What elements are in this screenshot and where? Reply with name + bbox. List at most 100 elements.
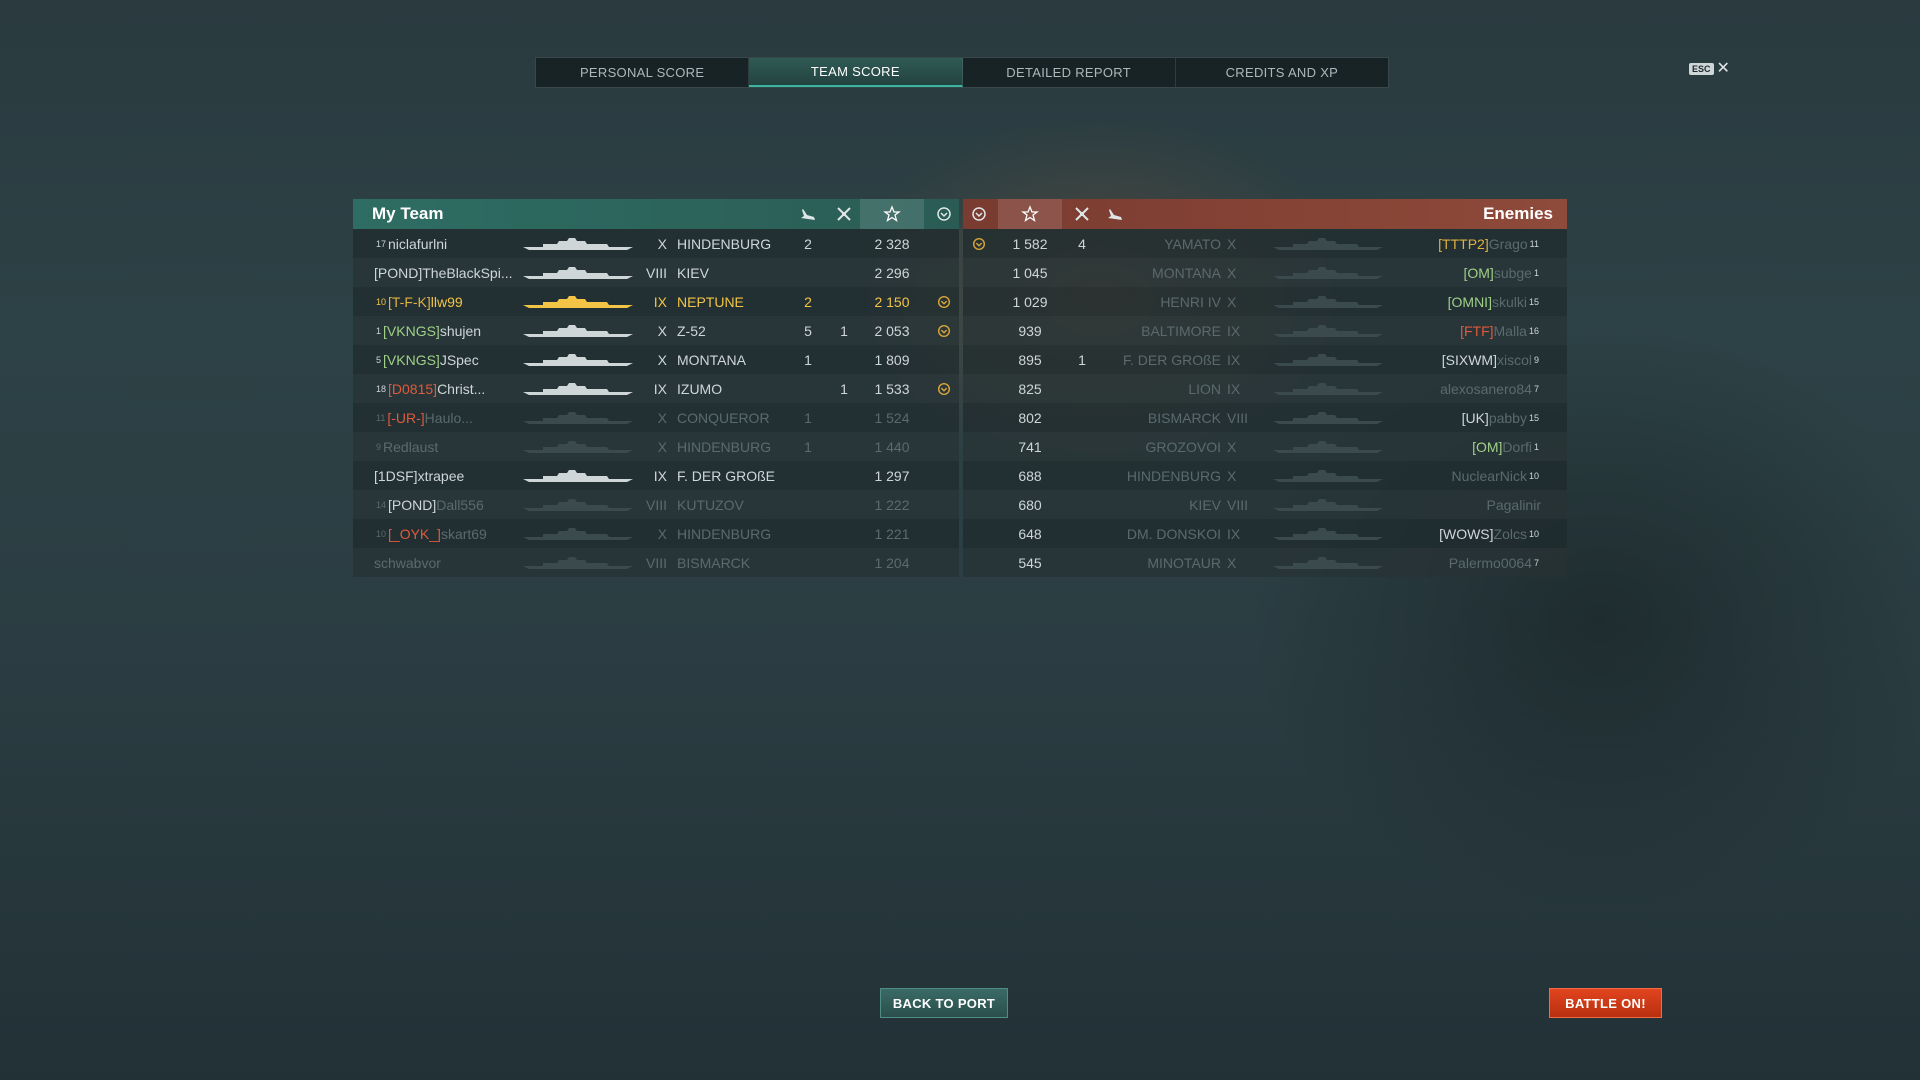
player-name: Haulo... [424, 409, 473, 426]
ships-count: 1 [1078, 351, 1086, 368]
table-row: 802 BISMARCK VIII [UK] pabby 15 [963, 403, 1567, 432]
player-cell[interactable]: [TTTP2] Grago 11 [1438, 229, 1541, 258]
clan-tag: [OM] [1463, 264, 1494, 281]
score-column-icon[interactable] [860, 199, 924, 229]
ships-destroyed-column-icon[interactable] [1067, 199, 1097, 229]
planes-count [1100, 490, 1130, 519]
ship-silhouette-icon [523, 325, 633, 337]
player-cell[interactable]: 14 [POND] Dall556 [374, 490, 524, 519]
player-cell[interactable]: 10 [_OYK_] skart69 [374, 519, 524, 548]
table-row: 680 KIEV VIII Pagalinir [963, 490, 1567, 519]
planes-count [1100, 229, 1130, 258]
player-cell[interactable]: 17 niclafurlni [374, 229, 524, 258]
service-rank: 15 [1528, 412, 1539, 423]
achievement-icon [929, 374, 959, 403]
ship-silhouette-icon [1273, 412, 1383, 424]
back-to-port-button[interactable]: BACK TO PORT [880, 988, 1008, 1018]
player-cell[interactable]: [OM] Dorfi 1 [1472, 432, 1541, 461]
ship-name: HINDENBURG [1126, 467, 1221, 484]
close-icon: ✕ [1716, 60, 1730, 77]
tab-credits-xp[interactable]: CREDITS AND XP [1176, 58, 1388, 87]
table-row: 648 DM. DONSKOI IX [WOWS] Zolcs 10 [963, 519, 1567, 548]
ship-name: YAMATO [1164, 235, 1221, 252]
ships-count [1067, 258, 1097, 287]
ship-tier: X [657, 235, 667, 252]
planes-count [1100, 316, 1130, 345]
service-rank: 7 [1533, 383, 1539, 394]
player-cell[interactable]: 5 [VKNGS] JSpec [374, 345, 524, 374]
enemies-panel: Enemies 1 582 4 YAMATO X [TTTP2] Grago 11 1 045… [963, 199, 1567, 577]
ship-name: KIEV [677, 264, 709, 281]
planes-column-icon[interactable] [1100, 199, 1130, 229]
ships-count [829, 432, 859, 461]
player-cell[interactable]: [OMNI] skulki 15 [1448, 287, 1541, 316]
ship-silhouette-icon [523, 412, 633, 424]
clan-tag: [FTF] [1460, 322, 1494, 339]
battle-on-button[interactable]: BATTLE ON! [1549, 988, 1662, 1018]
player-name: xtrapee [417, 467, 465, 484]
service-rank: 1 [376, 325, 382, 336]
enemies-title: Enemies [1483, 204, 1553, 223]
score-value: 895 [1018, 351, 1042, 368]
player-cell[interactable]: [OM] subge 1 [1463, 258, 1541, 287]
ship-tier: VIII [645, 496, 667, 513]
planes-count: 2 [804, 235, 812, 252]
tab-personal-score[interactable]: PERSONAL SCORE [536, 58, 750, 87]
planes-column-icon[interactable] [793, 199, 823, 229]
score-value: 1 045 [1012, 264, 1048, 281]
planes-count: 1 [804, 351, 812, 368]
player-cell[interactable]: [UK] pabby 15 [1462, 403, 1541, 432]
player-cell[interactable]: 1 [VKNGS] shujen [374, 316, 524, 345]
service-rank: 10 [1528, 528, 1539, 539]
player-cell[interactable]: [SIXWM] xiscol 9 [1442, 345, 1541, 374]
player-cell[interactable]: 10 [T-F-K] llw99 [374, 287, 524, 316]
tab-bar: PERSONAL SCORE TEAM SCORE DETAILED REPOR… [535, 57, 1389, 88]
ship-name: IZUMO [677, 380, 723, 397]
player-cell[interactable]: [FTF] Malla 16 [1460, 316, 1541, 345]
player-name: Malla [1493, 322, 1527, 339]
player-name: Zolcs [1493, 525, 1527, 542]
ship-tier: X [657, 525, 667, 542]
player-cell[interactable]: NuclearNick 10 [1452, 461, 1541, 490]
player-cell[interactable]: [WOWS] Zolcs 10 [1439, 519, 1541, 548]
close-button[interactable]: ESC ✕ [1689, 60, 1730, 77]
my-team-panel: My Team 17 niclafurlni X HINDENBURG 2 2 328 [P… [353, 199, 959, 577]
ship-name: HINDENBURG [677, 525, 772, 542]
score-column-icon[interactable] [998, 199, 1062, 229]
ship-silhouette-icon [523, 441, 633, 453]
player-cell[interactable]: Pagalinir [1487, 490, 1541, 519]
ship-name: DM. DONSKOI [1126, 525, 1221, 542]
player-cell[interactable]: alexosanero84 7 [1440, 374, 1541, 403]
player-cell[interactable]: schwabvor [374, 548, 524, 577]
player-cell[interactable]: [1DSF] xtrapee [374, 461, 524, 490]
ships-count [1067, 432, 1097, 461]
tab-detailed-report[interactable]: DETAILED REPORT [963, 58, 1176, 87]
player-cell[interactable]: 11 [-UR-] Haulo... [374, 403, 524, 432]
table-row: 5 [VKNGS] JSpec X MONTANA 1 1 809 [353, 345, 959, 374]
table-row: 1 582 4 YAMATO X [TTTP2] Grago 11 [963, 229, 1567, 258]
ship-name: KUTUZOV [677, 496, 744, 513]
planes-count [1100, 461, 1130, 490]
player-cell[interactable]: 9 Redlaust [374, 432, 524, 461]
ships-count [829, 258, 859, 287]
player-name: JSpec [439, 351, 479, 368]
ships-destroyed-column-icon[interactable] [829, 199, 859, 229]
scoreboard: My Team 17 niclafurlni X HINDENBURG 2 2 328 [P… [353, 199, 1567, 577]
ship-tier: IX [1227, 380, 1241, 397]
player-cell[interactable]: [POND] TheBlackSpi... [374, 258, 524, 287]
service-rank: 7 [1533, 557, 1539, 568]
score-value: 802 [1018, 409, 1042, 426]
planes-count [793, 461, 823, 490]
ship-name: GROZOVOI [1145, 438, 1221, 455]
ships-count [1067, 287, 1097, 316]
achievements-column-icon[interactable] [929, 199, 959, 229]
ships-count [1067, 403, 1097, 432]
tab-team-score[interactable]: TEAM SCORE [749, 58, 963, 87]
ship-tier: VIII [645, 554, 667, 571]
table-row: 10 [_OYK_] skart69 X HINDENBURG 1 221 [353, 519, 959, 548]
player-cell[interactable]: 18 [D0815] Christ... [374, 374, 524, 403]
player-name: skulki [1491, 293, 1527, 310]
ships-count [1067, 519, 1097, 548]
player-cell[interactable]: Palermo0064 7 [1449, 548, 1541, 577]
achievements-column-icon[interactable] [963, 199, 995, 229]
